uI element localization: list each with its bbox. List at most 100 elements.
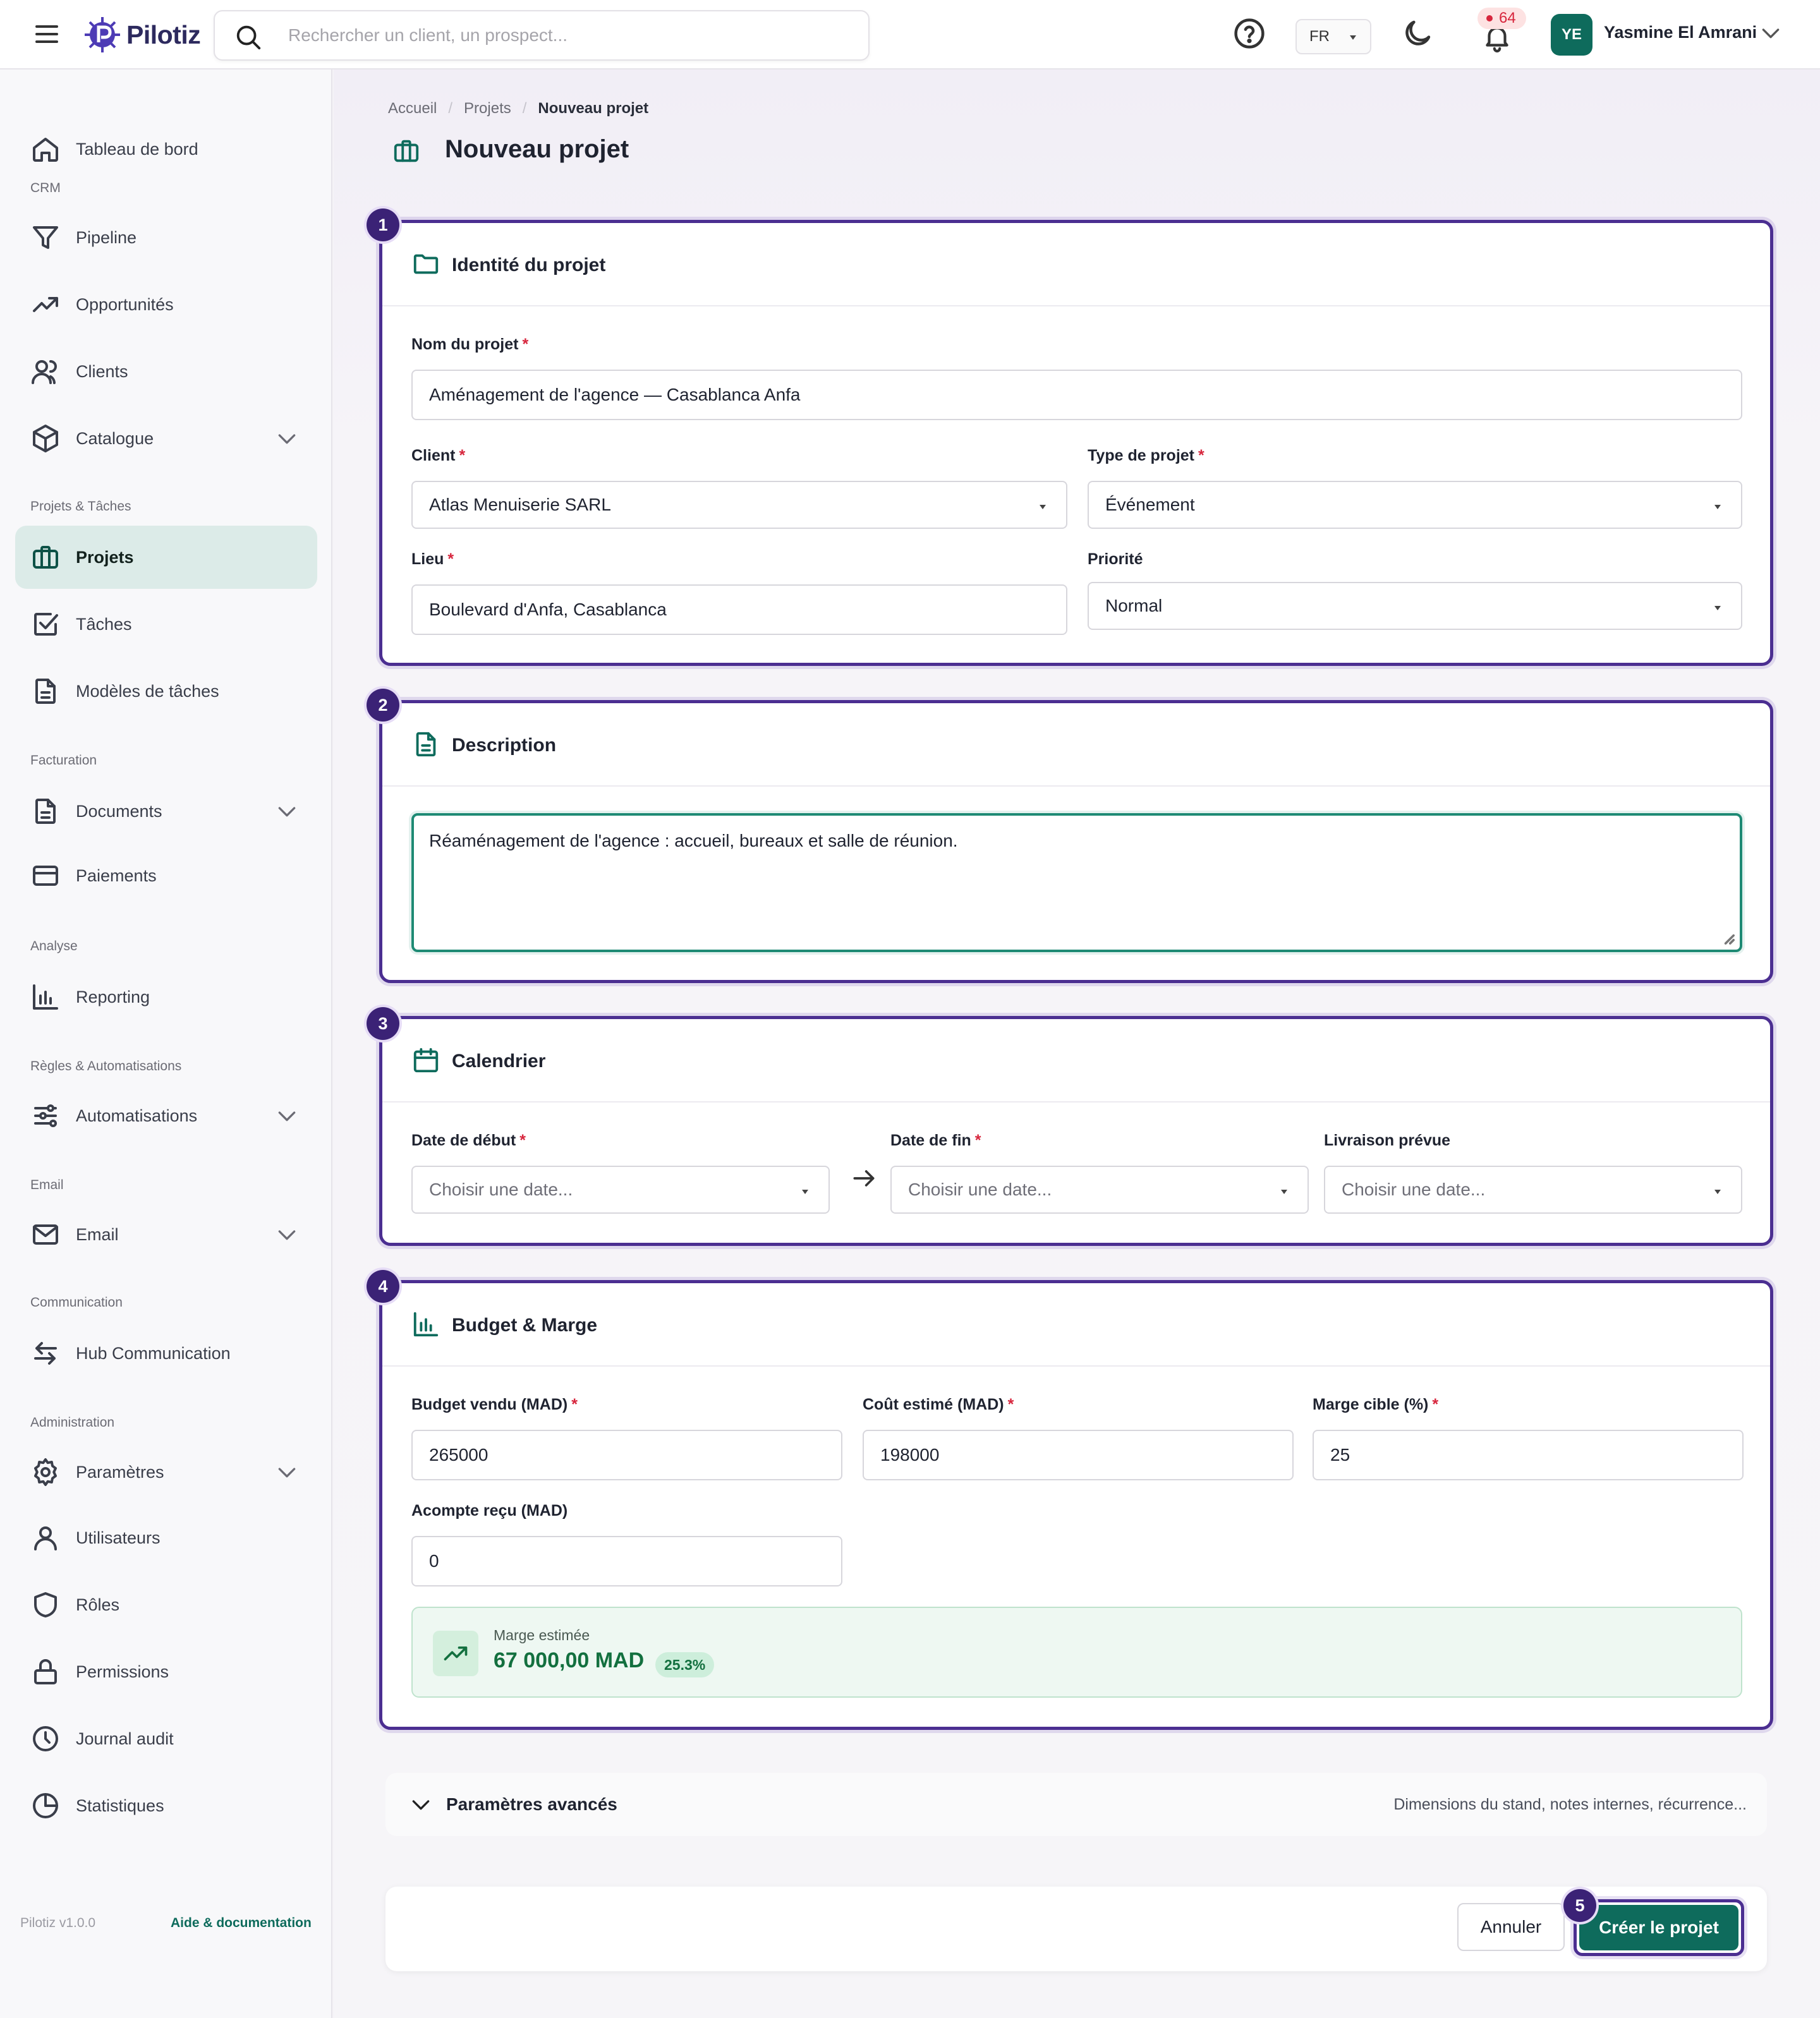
menu-icon[interactable]	[32, 19, 62, 49]
sidebar-item-label: Hub Communication	[76, 1343, 231, 1363]
cancel-button[interactable]: Annuler	[1457, 1903, 1565, 1951]
sidebar-item-label: Documents	[76, 801, 162, 821]
sidebar-item-label: Clients	[76, 361, 128, 381]
field-label: Acompte reçu (MAD)	[411, 1502, 568, 1520]
sidebar-item-label: Paramètres	[76, 1462, 164, 1482]
step-badge-1: 1	[367, 208, 399, 241]
label-text: Client	[411, 447, 456, 464]
project-type-select[interactable]: Événement	[1088, 481, 1742, 529]
sidebar-item-dashboard[interactable]: Tableau de bord	[15, 118, 317, 181]
breadcrumb-separator: /	[448, 100, 453, 117]
user-name[interactable]: Yasmine El Amrani	[1604, 23, 1757, 42]
briefcase-icon	[33, 546, 58, 569]
bar-chart-icon	[413, 1312, 439, 1337]
select-value: Atlas Menuiserie SARL	[429, 495, 611, 514]
file-text-icon	[416, 732, 436, 757]
chevron-down-icon[interactable]	[1758, 20, 1783, 45]
sidebar-item-documents[interactable]: Documents	[15, 780, 317, 843]
delivery-date-picker[interactable]: Choisir une date...	[1324, 1166, 1742, 1214]
field-label: Priorité	[1088, 550, 1143, 568]
calendar-icon	[413, 1048, 439, 1073]
section-title-communication: Communication	[30, 1295, 123, 1310]
sidebar-item-stats[interactable]: Statistiques	[15, 1774, 317, 1837]
project-name-input[interactable]: Aménagement de l'agence — Casablanca Anf…	[411, 370, 1742, 420]
start-date-picker[interactable]: Choisir une date...	[411, 1166, 830, 1214]
sidebar-item-payments[interactable]: Paiements	[15, 844, 317, 907]
moon-icon[interactable]	[1400, 16, 1435, 51]
chevron-down-icon	[278, 1111, 296, 1121]
caret-down-icon	[1350, 35, 1356, 40]
sidebar-item-catalog[interactable]: Catalogue	[15, 407, 317, 470]
notification-badge: 64	[1477, 8, 1526, 29]
end-date-picker[interactable]: Choisir une date...	[890, 1166, 1309, 1214]
field-label: Lieu *	[411, 550, 454, 569]
clock-icon	[33, 1726, 58, 1751]
sidebar-item-task-templates[interactable]: Modèles de tâches	[15, 660, 317, 723]
section-title-analysis: Analyse	[30, 939, 78, 953]
badge-dot	[1486, 15, 1493, 21]
field-label: Budget vendu (MAD) *	[411, 1396, 578, 1414]
chevron-down-icon	[278, 1230, 296, 1240]
sidebar-item-hub[interactable]: Hub Communication	[15, 1322, 317, 1385]
deposit-input[interactable]: 0	[411, 1536, 842, 1586]
estimated-cost-input[interactable]: 198000	[863, 1430, 1294, 1480]
sidebar-item-label: Opportunités	[76, 294, 174, 314]
folder-icon	[413, 254, 439, 274]
breadcrumb-projects[interactable]: Projets	[464, 100, 511, 118]
location-input[interactable]: Boulevard d'Anfa, Casablanca	[411, 584, 1067, 635]
step-badge-4: 4	[367, 1270, 399, 1303]
create-project-button[interactable]: Créer le projet	[1579, 1905, 1738, 1950]
target-margin-input[interactable]: 25	[1313, 1430, 1744, 1480]
sidebar-item-automations[interactable]: Automatisations	[15, 1084, 317, 1147]
advanced-settings-toggle[interactable]: Paramètres avancés Dimensions du stand, …	[385, 1773, 1767, 1836]
date-placeholder: Choisir une date...	[1342, 1180, 1486, 1199]
description-textarea[interactable]: Réaménagement de l'agence : accueil, bur…	[411, 813, 1742, 952]
resize-handle-icon[interactable]	[1723, 933, 1735, 945]
section-title: Description	[452, 735, 557, 756]
sidebar-item-opportunities[interactable]: Opportunités	[15, 273, 317, 336]
sidebar-item-label: Modèles de tâches	[76, 681, 219, 701]
sidebar-item-label: Permissions	[76, 1662, 169, 1681]
avatar[interactable]: YE	[1551, 14, 1592, 56]
section-title-crm: CRM	[30, 181, 61, 195]
language-select[interactable]: FR	[1295, 19, 1371, 54]
chevron-down-icon	[278, 1468, 296, 1478]
budget-sold-input[interactable]: 265000	[411, 1430, 842, 1480]
step-badge-3: 3	[367, 1007, 399, 1040]
required-mark: *	[571, 1396, 578, 1413]
breadcrumb-home[interactable]: Accueil	[388, 100, 437, 118]
field-label: Client *	[411, 447, 465, 465]
sidebar-item-label: Statistiques	[76, 1796, 164, 1815]
sidebar-item-reporting[interactable]: Reporting	[15, 965, 317, 1029]
label-text: Budget vendu (MAD)	[411, 1396, 568, 1413]
sidebar-item-users[interactable]: Utilisateurs	[15, 1506, 317, 1569]
sidebar-item-clients[interactable]: Clients	[15, 340, 317, 403]
help-icon[interactable]	[1232, 16, 1266, 51]
priority-select[interactable]: Normal	[1088, 582, 1742, 630]
description-text: Réaménagement de l'agence : accueil, bur…	[429, 831, 958, 850]
sidebar-item-permissions[interactable]: Permissions	[15, 1640, 317, 1703]
sidebar-item-audit[interactable]: Journal audit	[15, 1707, 317, 1770]
sidebar-item-settings[interactable]: Paramètres	[15, 1441, 317, 1504]
sidebar-item-tasks[interactable]: Tâches	[15, 593, 317, 656]
sidebar-item-pipeline[interactable]: Pipeline	[15, 206, 317, 269]
field-label: Type de projet *	[1088, 447, 1204, 465]
label-text: Date de début	[411, 1132, 516, 1149]
help-docs-link[interactable]: Aide & documentation	[171, 1916, 312, 1931]
sidebar-item-projects[interactable]: Projets	[15, 526, 317, 589]
search-input[interactable]	[288, 11, 844, 59]
sidebar: Tableau de bord CRM Pipeline Opportunité…	[0, 69, 332, 2018]
app-logo[interactable]: Pilotiz	[82, 15, 201, 54]
home-icon	[33, 138, 58, 162]
sidebar-item-roles[interactable]: Rôles	[15, 1573, 317, 1636]
search-box[interactable]	[214, 10, 870, 61]
section-title-admin: Administration	[30, 1415, 115, 1430]
sidebar-item-email[interactable]: Email	[15, 1203, 317, 1266]
label-text: Date de fin	[890, 1132, 971, 1149]
credit-card-icon	[33, 866, 58, 886]
pie-chart-icon	[33, 1793, 58, 1818]
label-text: Nom du projet	[411, 335, 519, 353]
caret-down-icon	[1040, 505, 1046, 509]
notification-count: 64	[1499, 9, 1516, 27]
client-select[interactable]: Atlas Menuiserie SARL	[411, 481, 1067, 529]
